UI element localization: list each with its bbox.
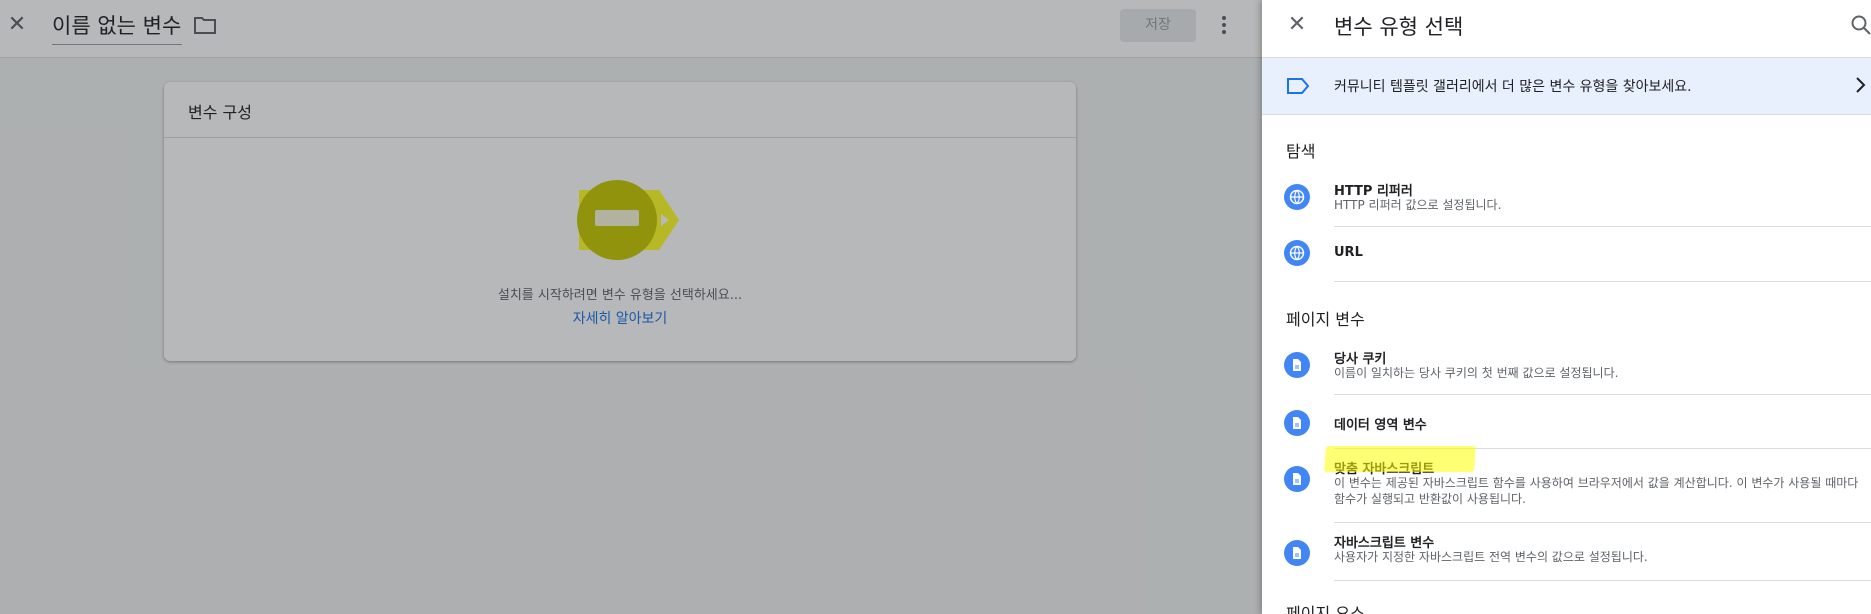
item-divider — [1334, 281, 1871, 282]
variable-type-data-layer-variable[interactable]: 데이터 영역 변수 — [1262, 396, 1871, 450]
variable-type-description: 이 변수는 제공된 자바스크립트 함수를 사용하여 브라우저에서 값을 계산합니… — [1334, 476, 1859, 506]
item-divider — [1334, 394, 1871, 395]
section-title-navigation: 탐색 — [1286, 142, 1316, 161]
section-title-page-elements: 페이지 요소 — [1286, 604, 1365, 614]
close-panel-icon[interactable]: ✕ — [1284, 12, 1310, 38]
variable-type-description: HTTP 리퍼러 값으로 설정됩니다. — [1334, 198, 1502, 212]
item-divider — [1334, 580, 1871, 581]
highlight-marker — [1324, 446, 1476, 472]
variable-type-url[interactable]: URL — [1262, 226, 1871, 284]
variable-type-javascript-variable[interactable]: 자바스크립트 변수 사용자가 지정한 자바스크립트 전역 변수의 값으로 설정됩… — [1262, 524, 1871, 594]
variable-type-description: 이름이 일치하는 당사 쿠키의 첫 번째 값으로 설정됩니다. — [1334, 366, 1619, 380]
globe-icon — [1284, 240, 1310, 266]
tag-icon — [1287, 78, 1310, 94]
chevron-right-icon — [1856, 77, 1866, 93]
variable-type-description: 사용자가 지정한 자바스크립트 전역 변수의 값으로 설정됩니다. — [1334, 550, 1648, 564]
panel-title: 변수 유형 선택 — [1334, 15, 1464, 39]
variable-type-first-party-cookie[interactable]: 당사 쿠키 이름이 일치하는 당사 쿠키의 첫 번째 값으로 설정됩니다. — [1262, 336, 1871, 404]
variable-type-name: 데이터 영역 변수 — [1334, 418, 1427, 433]
document-icon — [1284, 352, 1310, 378]
document-icon — [1284, 540, 1310, 566]
globe-icon — [1284, 184, 1310, 210]
community-template-gallery-banner[interactable]: 커뮤니티 템플릿 갤러리에서 더 많은 변수 유형을 찾아보세요. — [1262, 57, 1871, 115]
document-icon — [1284, 410, 1310, 436]
choose-variable-type-panel: ✕ 변수 유형 선택 커뮤니티 템플릿 갤러리에서 더 많은 변수 유형을 찾아… — [1262, 0, 1871, 614]
gallery-banner-text: 커뮤니티 템플릿 갤러리에서 더 많은 변수 유형을 찾아보세요. — [1334, 79, 1692, 95]
item-divider — [1334, 522, 1871, 523]
section-title-page-variables: 페이지 변수 — [1286, 310, 1365, 329]
modal-scrim[interactable] — [0, 0, 1262, 614]
search-icon[interactable] — [1850, 14, 1871, 36]
document-icon — [1284, 466, 1310, 492]
variable-type-name: URL — [1334, 245, 1363, 260]
